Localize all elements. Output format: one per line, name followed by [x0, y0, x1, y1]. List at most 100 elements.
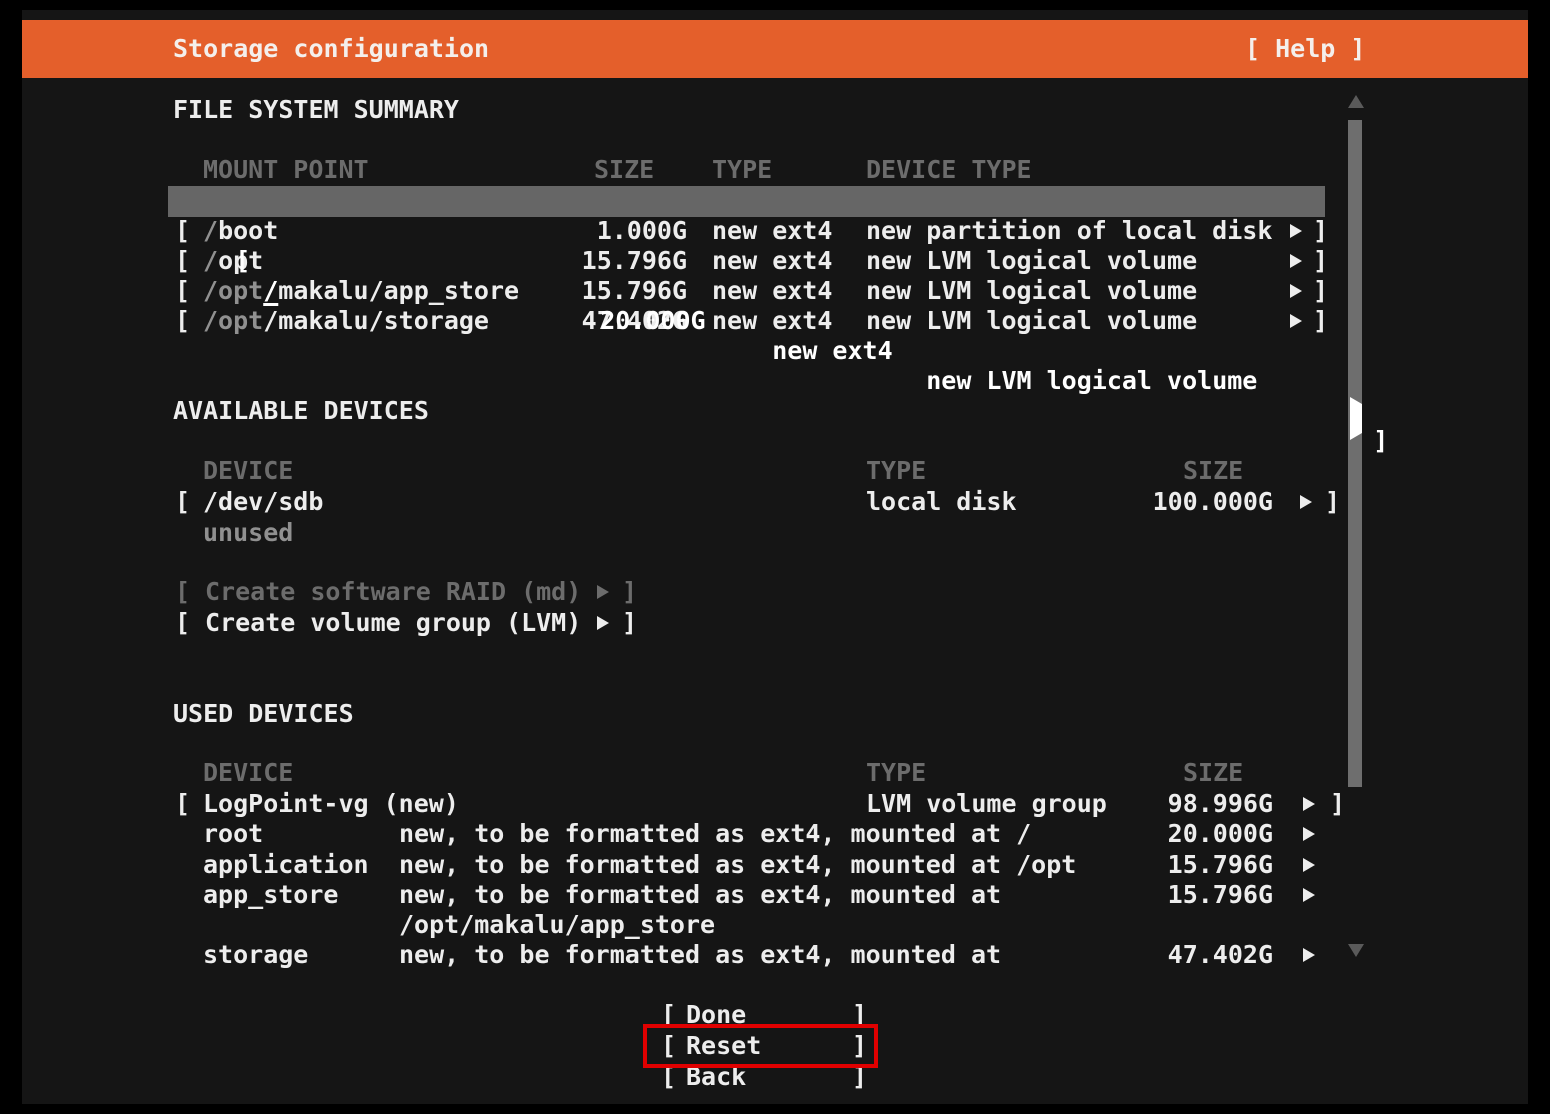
fs-summary-row[interactable]: [ / 20.000G new ext4 new LVM logical vol… — [0, 186, 1550, 216]
col-size: SIZE — [1183, 456, 1243, 486]
mount-point: /boot — [203, 216, 278, 246]
lv-description: new, to be formatted as ext4, mounted at — [399, 880, 1001, 910]
mount-point: /opt/makalu/app_store — [203, 276, 519, 306]
expand-arrow-icon — [1303, 858, 1315, 872]
device-usage-note: unused — [203, 518, 293, 548]
selected-row-highlight — [168, 186, 1325, 217]
device-path: /dev/sdb — [203, 487, 323, 517]
bracket-open: [ — [235, 246, 250, 275]
bracket-open: [ — [175, 246, 190, 276]
expand-arrow-icon — [1303, 948, 1315, 962]
bracket-close: ] — [1330, 789, 1345, 819]
lv-description-wrap: /opt/makalu/app_store — [399, 910, 715, 940]
logical-volume-row[interactable]: application new, to be formatted as ext4… — [0, 850, 1550, 880]
filesystem-summary-heading: FILE SYSTEM SUMMARY — [173, 95, 459, 125]
available-device-row[interactable]: [ /dev/sdb local disk 100.000G ] — [0, 487, 1550, 517]
volume-group-row[interactable]: [ LogPoint-vg (new) LVM volume group 98.… — [0, 789, 1550, 819]
mount-path: / — [263, 276, 278, 305]
size-value: 1.000G — [540, 216, 687, 246]
mount-prefix: / — [203, 246, 218, 275]
size-value: 20.000G — [600, 306, 705, 335]
expand-arrow-icon — [1290, 254, 1302, 268]
device-type: new LVM logical volume — [866, 246, 1197, 276]
lv-description: new, to be formatted as ext4, mounted at… — [399, 850, 1076, 880]
bracket-open: [ — [175, 306, 190, 336]
mount-point: /opt — [203, 246, 263, 276]
fs-type: new ext4 — [772, 336, 892, 365]
bracket-open: [ — [175, 487, 190, 517]
lv-name: root — [203, 819, 263, 849]
lv-description: new, to be formatted as ext4, mounted at — [399, 940, 1001, 970]
bracket-open: [ — [175, 216, 190, 246]
expand-arrow-icon — [1290, 224, 1302, 238]
fs-type: new ext4 — [712, 276, 832, 306]
mount-point: /opt/makalu/storage — [203, 306, 489, 336]
scroll-down-icon[interactable] — [1348, 944, 1364, 957]
expand-arrow-icon — [597, 616, 609, 630]
expand-arrow-icon — [1300, 495, 1312, 509]
expand-arrow-icon — [1290, 284, 1302, 298]
filesystem-summary-header-row: MOUNT POINT SIZE TYPE DEVICE TYPE — [0, 155, 1550, 185]
action-label: Create volume group (LVM) — [205, 608, 581, 638]
col-device: DEVICE — [203, 456, 293, 486]
bracket-open: [ — [175, 608, 190, 638]
fs-summary-row[interactable]: [ /opt 15.796G new ext4 new LVM logical … — [0, 246, 1550, 276]
mount-point: / — [263, 276, 278, 305]
bracket-open: [ — [175, 789, 190, 819]
logical-volume-row[interactable]: root new, to be formatted as ext4, mount… — [0, 819, 1550, 849]
fs-summary-row[interactable]: [ /boot 1.000G new ext4 new partition of… — [0, 216, 1550, 246]
device-type: new LVM logical volume — [866, 306, 1197, 336]
lv-name: storage — [203, 940, 308, 970]
col-device-type: DEVICE TYPE — [866, 155, 1032, 185]
logical-volume-row[interactable]: storage new, to be formatted as ext4, mo… — [0, 940, 1550, 970]
bracket-close: ] — [1373, 426, 1388, 455]
fs-summary-row[interactable]: [ /opt/makalu/app_store 15.796G new ext4… — [0, 276, 1550, 306]
bracket-open: [ — [175, 577, 190, 607]
col-size: SIZE — [594, 155, 654, 185]
col-mount-point: MOUNT POINT — [203, 155, 369, 185]
fs-summary-row[interactable]: [ /opt/makalu/storage 47.402G new ext4 n… — [0, 306, 1550, 336]
size-value: 100.000G — [1090, 487, 1273, 517]
fs-type: new ext4 — [712, 306, 832, 336]
help-button[interactable]: [ Help ] — [1245, 20, 1365, 78]
expand-arrow-icon — [1303, 797, 1315, 811]
scrollbar-thumb[interactable] — [1348, 120, 1362, 787]
available-devices-header-row: DEVICE TYPE SIZE — [0, 456, 1550, 486]
mount-path: /makalu/app_store — [263, 276, 519, 305]
bracket-close: ] — [1313, 276, 1328, 306]
device-type: LVM volume group — [866, 789, 1107, 819]
bracket-close: ] — [622, 577, 637, 607]
col-size: SIZE — [1183, 758, 1243, 788]
mount-path: boot — [218, 216, 278, 245]
page-title: Storage configuration — [173, 20, 489, 78]
logical-volume-row-continuation: /opt/makalu/app_store — [0, 910, 1550, 940]
action-label: Create software RAID (md) — [205, 577, 581, 607]
used-devices-header-row: DEVICE TYPE SIZE — [0, 758, 1550, 788]
size-value: 15.796G — [1090, 880, 1273, 910]
expand-arrow-icon — [1350, 397, 1362, 440]
bracket-close: ] — [1313, 306, 1328, 336]
lv-name: application — [203, 850, 369, 880]
expand-arrow-icon — [1290, 314, 1302, 328]
col-type: TYPE — [866, 456, 926, 486]
annotation-highlight-box — [643, 1024, 878, 1068]
logical-volume-row[interactable]: app_store new, to be formatted as ext4, … — [0, 880, 1550, 910]
fs-type: new ext4 — [712, 246, 832, 276]
col-type: TYPE — [712, 155, 772, 185]
lv-description: new, to be formatted as ext4, mounted at… — [399, 819, 1031, 849]
expand-arrow-icon — [1303, 888, 1315, 902]
create-raid-action[interactable]: [ Create software RAID (md) ] — [0, 577, 1550, 607]
used-devices-heading: USED DEVICES — [173, 699, 354, 729]
device-name: LogPoint-vg (new) — [203, 789, 459, 819]
mount-prefix: / — [203, 216, 218, 245]
scroll-up-icon[interactable] — [1348, 95, 1364, 108]
bracket-close: ] — [1325, 487, 1340, 517]
col-device: DEVICE — [203, 758, 293, 788]
device-type: local disk — [866, 487, 1017, 517]
size-value: 47.402G — [1090, 940, 1273, 970]
device-type: new LVM logical volume — [926, 366, 1257, 395]
size-value: 15.796G — [1090, 850, 1273, 880]
create-volume-group-action[interactable]: [ Create volume group (LVM) ] — [0, 608, 1550, 638]
bracket-close: ] — [622, 608, 637, 638]
bracket-close: ] — [1313, 216, 1328, 246]
